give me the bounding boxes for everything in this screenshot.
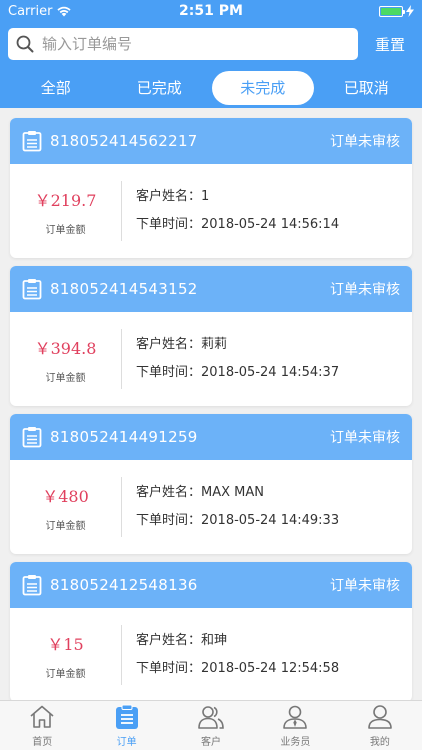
order-time-row: 下单时间：2018-05-24 14:54:37 [136, 359, 412, 387]
customer-label: 客户姓名： [136, 337, 202, 352]
customers-icon [198, 706, 224, 729]
order-card[interactable]: 818052412548136 订单未审核 ￥15 订单金额 客户姓名：和珅 下… [10, 562, 412, 700]
customer-name: 莉莉 [201, 337, 228, 352]
tab-incomplete[interactable]: 未完成 [211, 71, 314, 105]
salesman-icon [283, 705, 308, 729]
order-amount-label: 订单金额 [45, 520, 86, 532]
order-number: 818052414562217 [50, 132, 198, 150]
tab-all[interactable]: 全部 [5, 71, 107, 105]
order-time: 2018-05-24 12:54:58 [201, 661, 340, 676]
order-time-row: 下单时间：2018-05-24 14:56:14 [136, 211, 412, 239]
customer-name: 1 [201, 189, 210, 204]
order-number: 818052414543152 [50, 280, 198, 298]
order-amount: ￥15 [47, 634, 84, 654]
profile-icon [368, 705, 392, 729]
order-card[interactable]: 818052414491259 订单未审核 ￥480 订单金额 客户姓名：MAX… [10, 414, 412, 554]
order-time-label: 下单时间： [136, 661, 202, 676]
order-card-header: 818052414543152 订单未审核 [10, 266, 412, 312]
order-time-row: 下单时间：2018-05-24 12:54:58 [136, 655, 412, 683]
tabbar-customers[interactable]: 客户 [169, 701, 253, 750]
order-amount-label: 订单金额 [45, 224, 86, 236]
order-time-row: 下单时间：2018-05-24 14:49:33 [136, 507, 412, 535]
tabbar-salesman[interactable]: 业务员 [253, 701, 337, 750]
search-box[interactable] [8, 28, 358, 60]
search-input[interactable] [42, 35, 342, 53]
search-bar: 重置 [8, 28, 414, 60]
order-card[interactable]: 818052414562217 订单未审核 ￥219.7 订单金额 客户姓名：1… [10, 118, 412, 258]
wifi-icon [57, 6, 72, 17]
order-icon [115, 704, 138, 729]
tabbar-home[interactable]: 首页 [0, 701, 84, 750]
order-amount-label: 订单金额 [45, 668, 86, 680]
customer-row: 客户姓名：莉莉 [136, 331, 412, 359]
customer-label: 客户姓名： [136, 633, 202, 648]
order-status: 订单未审核 [330, 578, 400, 594]
header: Carrier 2:51 PM 重置 全部 已完成 未完成 [0, 0, 422, 108]
customer-label: 客户姓名： [136, 485, 202, 500]
order-status: 订单未审核 [330, 134, 400, 150]
filter-tabs: 全部 已完成 未完成 已取消 [0, 70, 422, 106]
customer-label: 客户姓名： [136, 189, 202, 204]
reset-button[interactable]: 重置 [368, 34, 412, 55]
tabbar-orders-label: 订单 [116, 737, 137, 748]
order-time: 2018-05-24 14:56:14 [201, 217, 340, 232]
order-status: 订单未审核 [330, 282, 400, 298]
clipboard-icon [22, 427, 42, 448]
search-icon [16, 35, 34, 53]
tabbar-salesman-label: 业务员 [280, 737, 311, 748]
order-time-label: 下单时间： [136, 217, 202, 232]
customer-row: 客户姓名：1 [136, 183, 412, 211]
home-icon [30, 705, 54, 728]
carrier-label: Carrier [8, 3, 53, 19]
order-amount: ￥219.7 [34, 190, 97, 210]
clipboard-icon [22, 131, 42, 152]
order-time-label: 下单时间： [136, 513, 202, 528]
order-number: 818052414491259 [50, 428, 198, 446]
clipboard-icon [22, 575, 42, 596]
order-card-header: 818052414562217 订单未审核 [10, 118, 412, 164]
battery-icon [379, 5, 405, 17]
order-time: 2018-05-24 14:49:33 [201, 513, 340, 528]
order-status: 订单未审核 [330, 430, 400, 446]
order-time: 2018-05-24 14:54:37 [201, 365, 340, 380]
tab-cancelled[interactable]: 已取消 [315, 71, 417, 105]
order-amount-label: 订单金额 [45, 372, 86, 384]
charging-icon [406, 5, 414, 17]
tabbar-orders[interactable]: 订单 [84, 701, 168, 750]
tabbar-customers-label: 客户 [201, 737, 222, 748]
customer-name: MAX MAN [201, 485, 264, 500]
customer-row: 客户姓名：MAX MAN [136, 479, 412, 507]
status-bar: Carrier 2:51 PM [0, 0, 422, 22]
tabbar-profile-label: 我的 [369, 737, 390, 748]
clipboard-icon [22, 279, 42, 300]
tabbar-home-label: 首页 [32, 737, 53, 748]
customer-name: 和珅 [201, 633, 228, 648]
order-time-label: 下单时间： [136, 365, 202, 380]
order-card-header: 818052414491259 订单未审核 [10, 414, 412, 460]
order-amount: ￥480 [42, 486, 89, 506]
order-number: 818052412548136 [50, 576, 198, 594]
tab-completed[interactable]: 已完成 [108, 71, 210, 105]
order-amount: ￥394.8 [34, 338, 97, 358]
order-card[interactable]: 818052414543152 订单未审核 ￥394.8 订单金额 客户姓名：莉… [10, 266, 412, 406]
customer-row: 客户姓名：和珅 [136, 627, 412, 655]
bottom-tab-bar: 首页 订单 客户 业务员 我的 [0, 700, 422, 750]
tabbar-profile[interactable]: 我的 [338, 701, 422, 750]
order-card-header: 818052412548136 订单未审核 [10, 562, 412, 608]
order-list: 818052414562217 订单未审核 ￥219.7 订单金额 客户姓名：1… [0, 108, 422, 700]
